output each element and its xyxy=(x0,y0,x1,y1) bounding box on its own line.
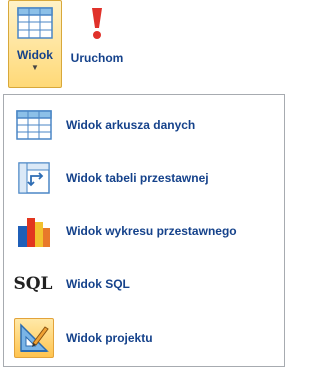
menu-item-label: Widok SQL xyxy=(66,277,130,291)
exclamation-icon xyxy=(90,6,104,45)
menu-item-label: Widok wykresu przestawnego xyxy=(66,224,237,238)
menu-item-datasheet-view[interactable]: Widok arkusza danych xyxy=(8,102,280,148)
chevron-down-icon[interactable]: ▼ xyxy=(31,64,39,72)
sql-icon-text: SQL xyxy=(13,274,53,294)
ribbon: Widok ▼ Uruchom xyxy=(0,0,289,88)
menu-item-label: Widok tabeli przestawnej xyxy=(66,171,209,185)
view-dropdown-menu: Widok arkusza danych Widok tabeli przest… xyxy=(3,94,285,367)
menu-item-label: Widok projektu xyxy=(66,331,153,345)
datasheet-icon xyxy=(14,105,54,145)
view-button-label: Widok xyxy=(17,48,53,62)
design-view-icon xyxy=(14,318,54,358)
menu-item-design-view[interactable]: Widok projektu xyxy=(8,315,280,361)
menu-item-label: Widok arkusza danych xyxy=(66,118,196,132)
menu-item-sql-view[interactable]: SQL Widok SQL xyxy=(8,261,280,307)
view-split-button[interactable]: Widok ▼ xyxy=(8,0,62,88)
pivot-table-icon xyxy=(14,158,54,198)
menu-item-pivot-chart-view[interactable]: Widok wykresu przestawnego xyxy=(8,208,280,254)
datasheet-grid-icon xyxy=(17,7,53,44)
sql-icon: SQL xyxy=(10,264,56,304)
menu-item-pivot-table-view[interactable]: Widok tabeli przestawnej xyxy=(8,155,280,201)
run-button-label: Uruchom xyxy=(70,51,124,65)
pivot-chart-icon xyxy=(14,211,54,251)
run-button[interactable]: Uruchom xyxy=(64,0,130,88)
